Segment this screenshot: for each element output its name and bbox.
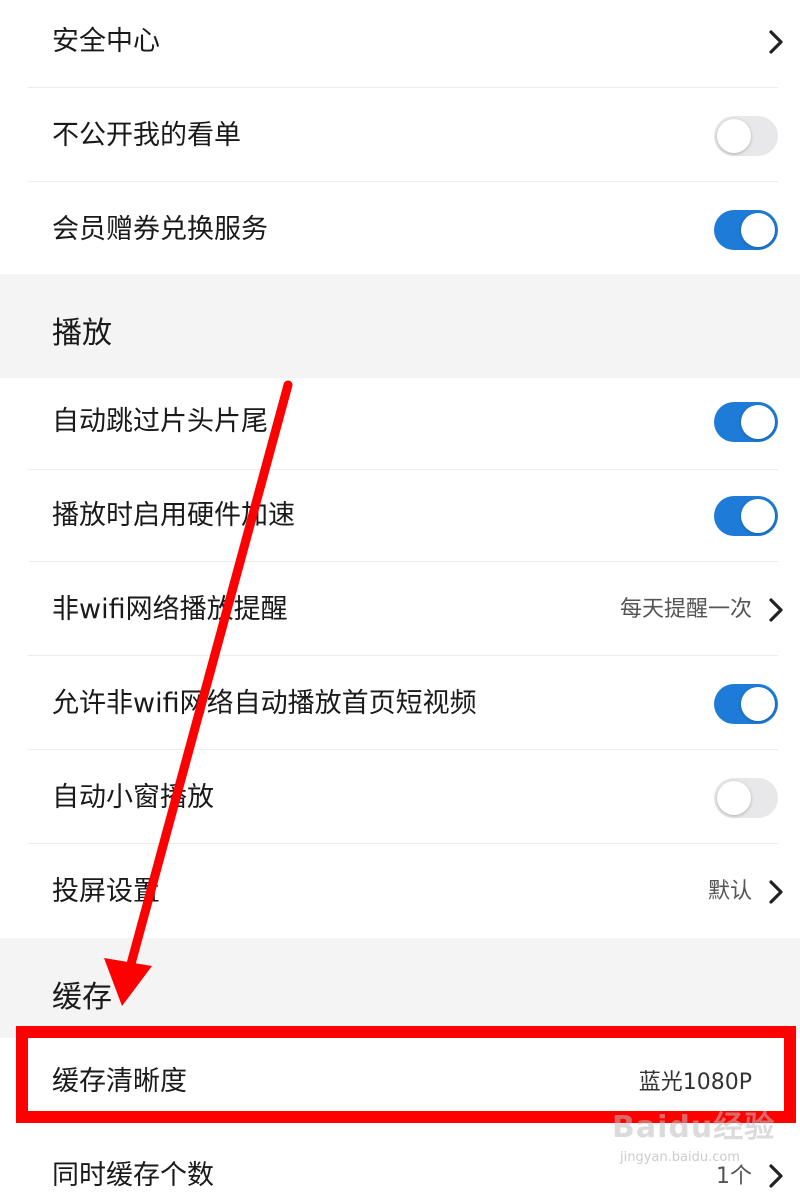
row-value: 蓝光1080P bbox=[638, 1070, 752, 1095]
row-label: 自动跳过片头片尾 bbox=[52, 406, 268, 437]
row-label: 安全中心 bbox=[52, 26, 160, 57]
chevron-right-icon bbox=[769, 30, 783, 54]
hw-accel-toggle[interactable] bbox=[714, 496, 778, 536]
row-label: 自动小窗播放 bbox=[52, 782, 214, 813]
member-coupon-toggle[interactable] bbox=[714, 210, 778, 250]
auto-skip-toggle[interactable] bbox=[714, 402, 778, 442]
row-security-center[interactable]: 安全中心 bbox=[0, 0, 800, 88]
row-hide-watchlist[interactable]: 不公开我的看单 bbox=[0, 88, 800, 182]
row-auto-skip[interactable]: 自动跳过片头片尾 bbox=[0, 378, 800, 470]
row-cast-settings[interactable]: 投屏设置 默认 bbox=[0, 844, 800, 938]
row-value: 每天提醒一次 bbox=[619, 597, 752, 622]
row-label: 会员赠券兑换服务 bbox=[52, 214, 268, 245]
toggle-knob bbox=[741, 499, 775, 533]
row-member-coupon[interactable]: 会员赠券兑换服务 bbox=[0, 182, 800, 274]
chevron-right-icon bbox=[769, 1164, 783, 1188]
row-label: 投屏设置 bbox=[52, 876, 160, 907]
baidu-watermark: Baidu经验 bbox=[612, 1110, 776, 1145]
allow-autoplay-toggle[interactable] bbox=[714, 684, 778, 724]
baidu-watermark-url: jingyan.baidu.com bbox=[620, 1150, 740, 1165]
section-title: 缓存 bbox=[52, 980, 112, 1015]
mini-window-toggle[interactable] bbox=[714, 778, 778, 818]
row-mini-window[interactable]: 自动小窗播放 bbox=[0, 750, 800, 844]
toggle-knob bbox=[717, 119, 751, 153]
hide-watchlist-toggle[interactable] bbox=[714, 116, 778, 156]
toggle-knob bbox=[741, 213, 775, 247]
row-label: 非wifi网络播放提醒 bbox=[52, 594, 288, 625]
section-title: 播放 bbox=[52, 316, 112, 351]
row-label: 同时缓存个数 bbox=[52, 1160, 214, 1191]
toggle-knob bbox=[741, 687, 775, 721]
row-hw-accel[interactable]: 播放时启用硬件加速 bbox=[0, 470, 800, 562]
toggle-knob bbox=[741, 405, 775, 439]
row-label: 播放时启用硬件加速 bbox=[52, 500, 295, 531]
section-header-playback: 播放 bbox=[0, 274, 800, 378]
chevron-right-icon bbox=[769, 880, 783, 904]
row-allow-autoplay[interactable]: 允许非wifi网络自动播放首页短视频 bbox=[0, 656, 800, 750]
chevron-right-icon bbox=[769, 598, 783, 622]
toggle-knob bbox=[717, 781, 751, 815]
section-header-cache: 缓存 bbox=[0, 938, 800, 1038]
row-label: 允许非wifi网络自动播放首页短视频 bbox=[52, 688, 477, 719]
row-label: 缓存清晰度 bbox=[52, 1066, 187, 1097]
row-non-wifi-reminder[interactable]: 非wifi网络播放提醒 每天提醒一次 bbox=[0, 562, 800, 656]
row-value: 默认 bbox=[707, 879, 752, 904]
row-label: 不公开我的看单 bbox=[52, 120, 241, 151]
